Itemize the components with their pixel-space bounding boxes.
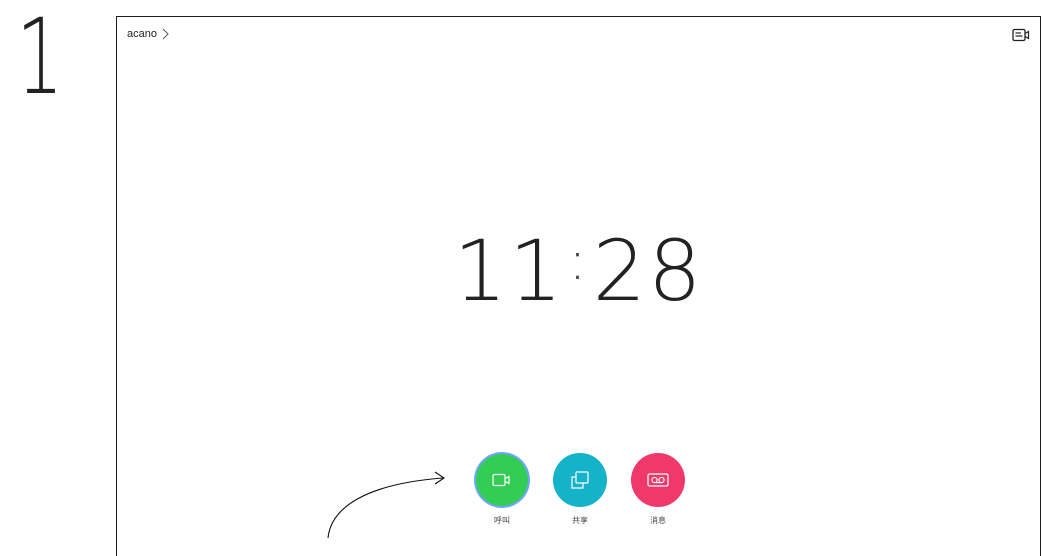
clock-separator: :: [568, 229, 589, 292]
message-label: 消息: [650, 516, 666, 525]
share-button[interactable]: [553, 453, 607, 507]
share-screen-icon: [571, 471, 589, 489]
call-label: 呼叫: [494, 516, 510, 525]
pointer-arrow: [327, 471, 445, 539]
clock-hours: 11: [453, 222, 565, 320]
share-action[interactable]: 共享: [553, 453, 607, 526]
voicemail-icon: [647, 473, 669, 487]
message-button[interactable]: [631, 453, 685, 507]
device-screen: acano 11 : 28 呼叫 共享 消息: [116, 16, 1041, 556]
clock-minutes: 28: [592, 222, 704, 320]
action-bar: 呼叫 共享 消息: [475, 453, 685, 526]
step-number: 1: [16, 0, 64, 118]
breadcrumb[interactable]: acano: [127, 28, 170, 40]
message-action[interactable]: 消息: [631, 453, 685, 526]
call-action[interactable]: 呼叫: [475, 453, 529, 526]
call-button[interactable]: [476, 454, 528, 506]
chevron-right-icon: [162, 28, 169, 40]
share-label: 共享: [572, 516, 588, 525]
video-call-icon: [492, 473, 510, 487]
device-name: acano: [127, 28, 157, 40]
clock: 11 : 28: [117, 221, 1040, 321]
camera-self-view-icon[interactable]: [1012, 28, 1030, 42]
